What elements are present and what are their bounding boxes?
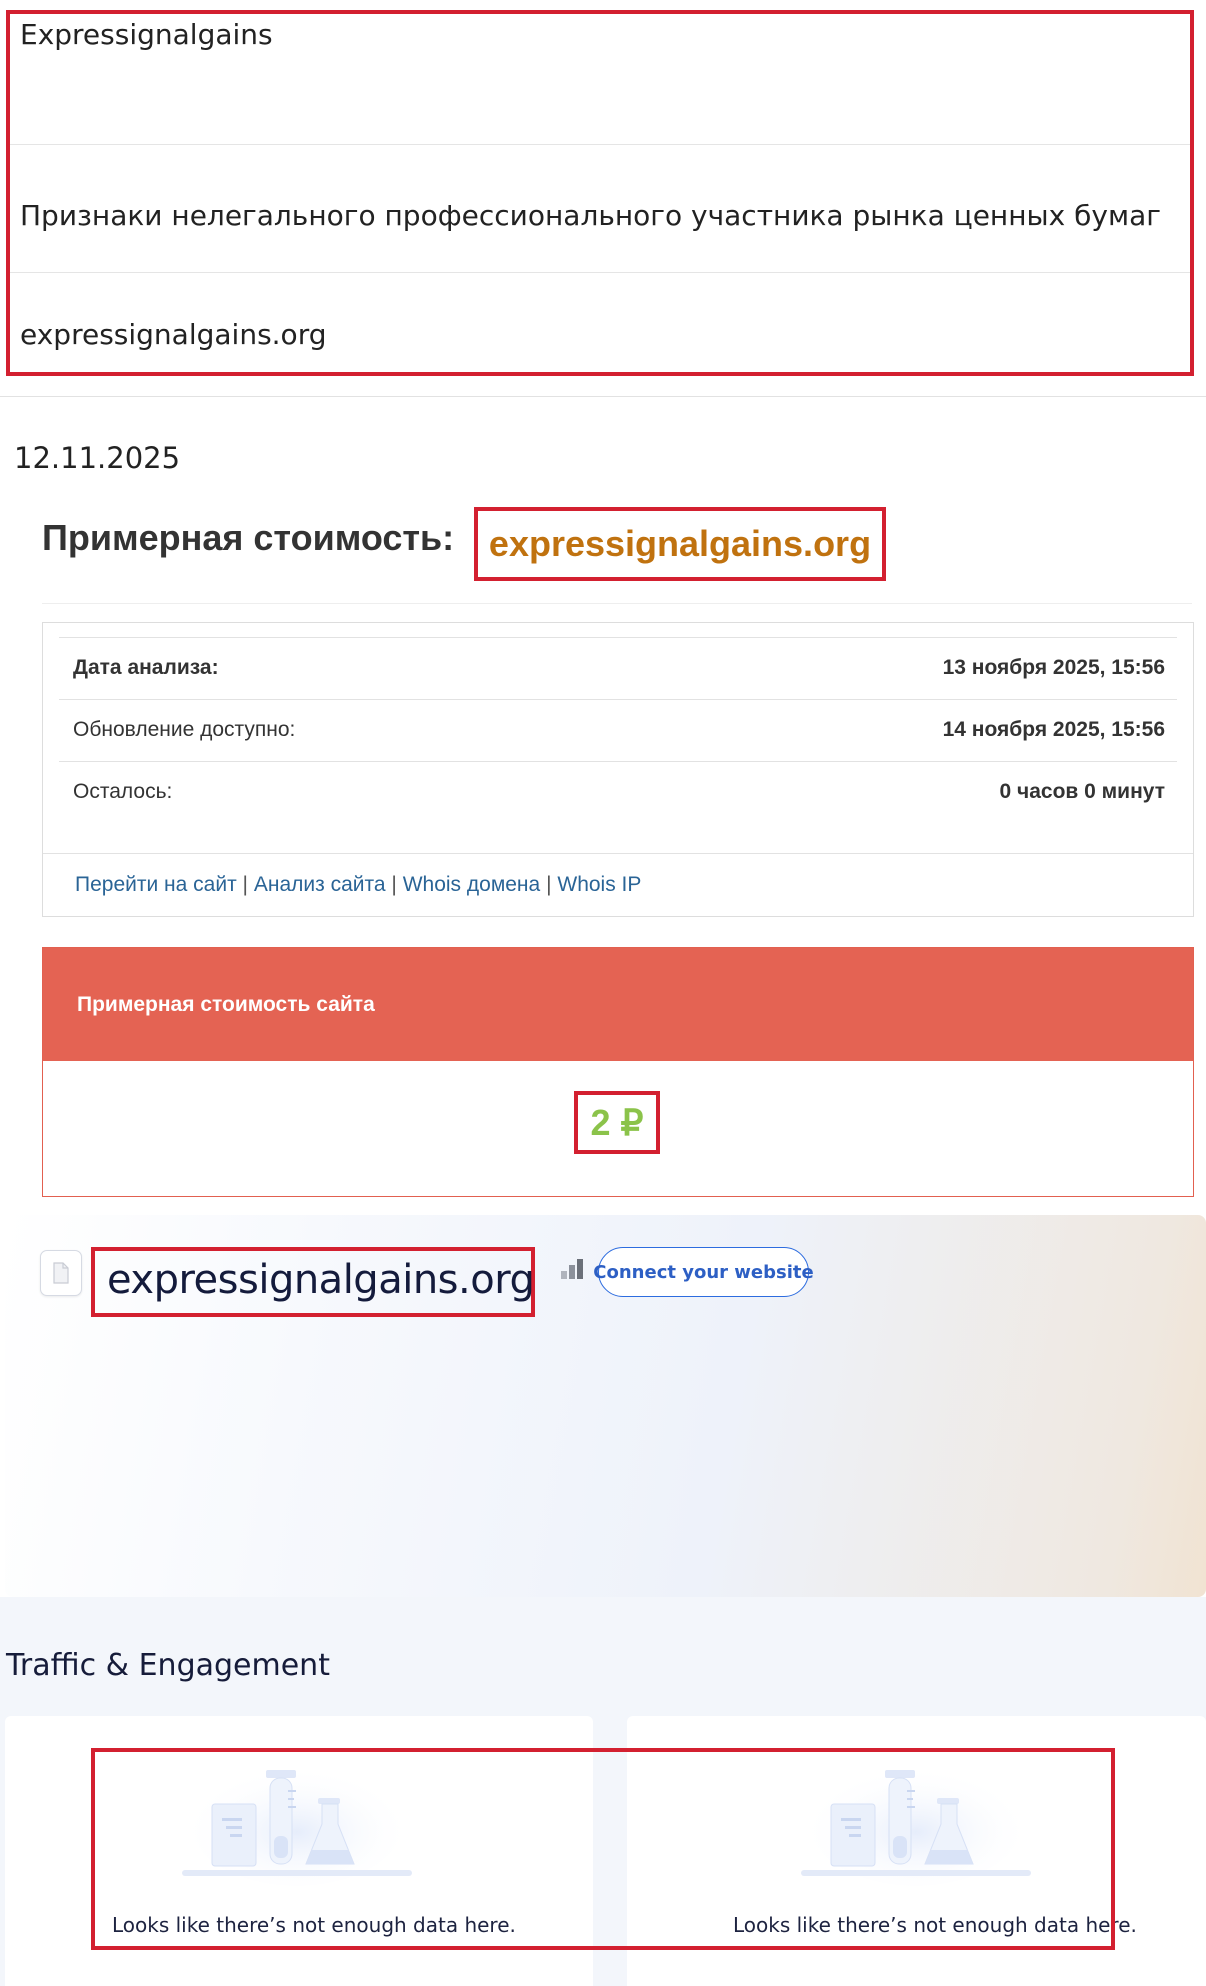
page: Expressignalgains Признаки нелегального …	[0, 0, 1206, 1986]
site-cost-card: Примерная стоимость сайта 2 ₽	[42, 947, 1194, 1197]
analysis-row-date: Дата анализа: 13 ноября 2025, 15:56	[59, 637, 1177, 699]
info-name: Expressignalgains	[10, 14, 1190, 145]
link-separator: |	[391, 873, 397, 896]
rank-bars-icon	[561, 1259, 583, 1279]
info-table: Expressignalgains Признаки нелегального …	[6, 10, 1194, 376]
analysis-label: Дата анализа:	[73, 656, 219, 679]
link-go-to-site[interactable]: Перейти на сайт	[75, 873, 237, 896]
analysis-links: Перейти на сайт | Анализ сайта | Whois д…	[75, 873, 641, 897]
analysis-row-remaining: Осталось: 0 часов 0 минут	[59, 761, 1177, 823]
estimate-domain-highlight: expressignalgains.org	[474, 507, 886, 581]
info-category: Признаки нелегального профессионального …	[10, 145, 1190, 273]
analysis-label: Осталось:	[73, 780, 173, 803]
website-card: expressignalgains.org Connect your websi…	[5, 1215, 1206, 1597]
link-separator: |	[242, 873, 248, 896]
links-separator	[43, 853, 1193, 854]
analysis-row-update: Обновление доступно: 14 ноября 2025, 15:…	[59, 699, 1177, 761]
website-domain-highlight: expressignalgains.org	[91, 1247, 535, 1317]
link-whois-ip[interactable]: Whois IP	[557, 873, 641, 896]
analysis-value: 0 часов 0 минут	[999, 780, 1166, 803]
file-icon	[40, 1250, 82, 1296]
analysis-value: 14 ноября 2025, 15:56	[942, 718, 1165, 741]
section-divider	[0, 396, 1206, 397]
analysis-label: Обновление доступно:	[73, 718, 296, 741]
link-separator: |	[546, 873, 552, 896]
estimate-domain[interactable]: expressignalgains.org	[489, 523, 871, 565]
analysis-value: 13 ноября 2025, 15:56	[942, 656, 1165, 679]
link-site-analysis[interactable]: Анализ сайта	[254, 873, 386, 896]
empty-data-highlight	[91, 1748, 1115, 1950]
link-whois-domain[interactable]: Whois домена	[403, 873, 541, 896]
info-domain[interactable]: expressignalgains.org	[10, 273, 1190, 372]
site-cost-title: Примерная стоимость сайта	[77, 993, 375, 1016]
publication-date: 12.11.2025	[14, 441, 181, 475]
estimate-separator	[42, 603, 1192, 604]
estimate-heading: Примерная стоимость:	[42, 517, 455, 558]
connect-website-button[interactable]: Connect your website	[593, 1247, 814, 1297]
analysis-panel: Дата анализа: 13 ноября 2025, 15:56 Обно…	[42, 622, 1194, 917]
website-domain: expressignalgains.org	[107, 1257, 535, 1303]
traffic-title: Traffic & Engagement	[6, 1648, 330, 1683]
site-cost-header: Примерная стоимость сайта	[43, 948, 1193, 1061]
site-cost-highlight: 2 ₽	[574, 1091, 660, 1154]
site-cost-value: 2 ₽	[590, 1101, 644, 1143]
